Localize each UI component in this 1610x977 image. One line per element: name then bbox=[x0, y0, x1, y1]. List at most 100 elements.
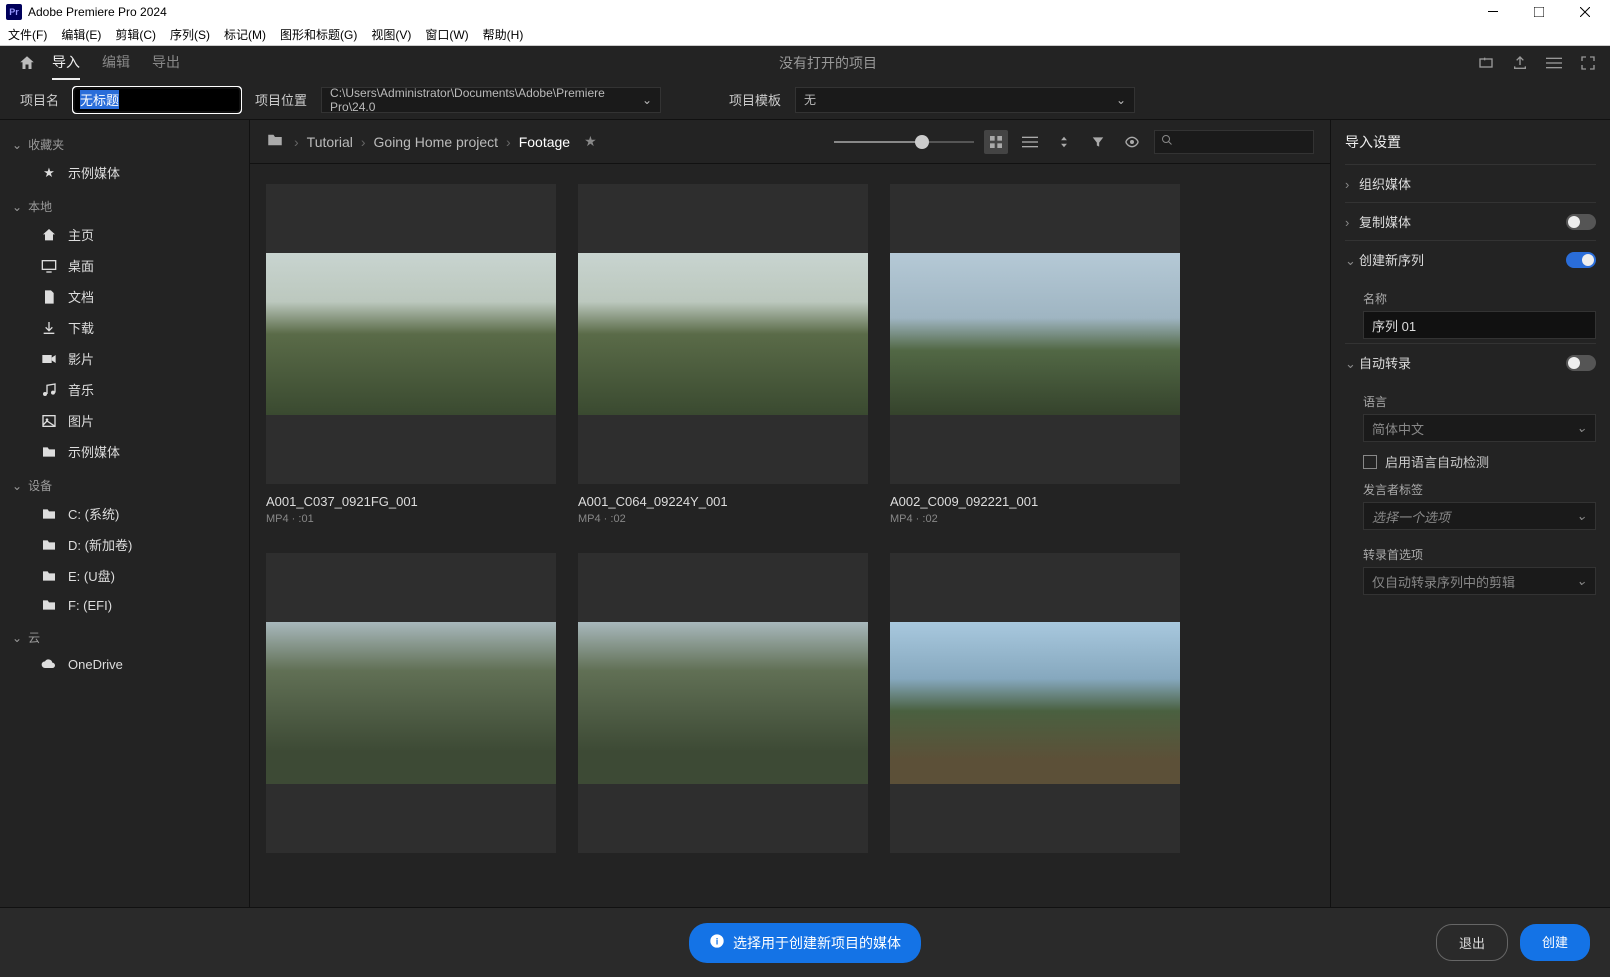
folder-icon bbox=[40, 444, 58, 460]
main-area: ⌄收藏夹 ★示例媒体 ⌄本地 主页 桌面 文档 下载 影片 音乐 图片 示例媒体… bbox=[0, 120, 1610, 907]
home-icon[interactable] bbox=[12, 54, 42, 72]
transcribe-pref-dropdown[interactable]: 仅自动转录序列中的剪辑⌄ bbox=[1363, 567, 1596, 595]
import-settings-title: 导入设置 bbox=[1345, 132, 1596, 152]
media-card[interactable] bbox=[890, 553, 1180, 853]
menu-sequence[interactable]: 序列(S) bbox=[170, 26, 210, 43]
sort-button[interactable] bbox=[1052, 130, 1076, 154]
visibility-button[interactable] bbox=[1120, 130, 1144, 154]
list-view-button[interactable] bbox=[1018, 130, 1042, 154]
project-location-value: C:\Users\Administrator\Documents\Adobe\P… bbox=[330, 86, 642, 114]
sidebar-item-onedrive[interactable]: OneDrive bbox=[0, 650, 249, 678]
project-template-dropdown[interactable]: 无 ⌄ bbox=[795, 87, 1135, 113]
favorite-star-icon[interactable]: ★ bbox=[584, 133, 597, 150]
language-label: 语言 bbox=[1363, 393, 1596, 410]
sidebar-item-desktop[interactable]: 桌面 bbox=[0, 250, 249, 281]
media-card[interactable]: A001_C037_0921FG_001MP4 · :01 bbox=[266, 184, 556, 525]
breadcrumb-item[interactable]: Going Home project bbox=[374, 134, 499, 150]
menu-edit[interactable]: 编辑(E) bbox=[61, 26, 101, 43]
speaker-dropdown[interactable]: 选择一个选项⌄ bbox=[1363, 502, 1596, 530]
info-icon: i bbox=[709, 933, 725, 952]
filter-button[interactable] bbox=[1086, 130, 1110, 154]
sidebar-item-videos[interactable]: 影片 bbox=[0, 343, 249, 374]
thumbnail-zoom-slider[interactable] bbox=[834, 133, 974, 151]
setting-auto-transcribe[interactable]: ⌄自动转录 bbox=[1345, 343, 1596, 381]
project-name-label: 项目名 bbox=[20, 90, 59, 109]
sidebar-header-cloud[interactable]: ⌄云 bbox=[0, 625, 249, 650]
sequence-name-input[interactable] bbox=[1363, 311, 1596, 339]
copy-media-toggle[interactable] bbox=[1566, 214, 1596, 230]
create-button[interactable]: 创建 bbox=[1520, 924, 1590, 961]
menu-graphics[interactable]: 图形和标题(G) bbox=[280, 26, 357, 43]
sidebar-header-local[interactable]: ⌄本地 bbox=[0, 194, 249, 219]
tab-import[interactable]: 导入 bbox=[52, 46, 80, 80]
menu-bar: 文件(F) 编辑(E) 剪辑(C) 序列(S) 标记(M) 图形和标题(G) 视… bbox=[0, 24, 1610, 46]
menu-markers[interactable]: 标记(M) bbox=[224, 26, 266, 43]
setting-copy-media[interactable]: ›复制媒体 bbox=[1345, 202, 1596, 240]
project-location-dropdown[interactable]: C:\Users\Administrator\Documents\Adobe\P… bbox=[321, 87, 661, 113]
media-card[interactable]: A001_C064_09224Y_001MP4 · :02 bbox=[578, 184, 868, 525]
sidebar-header-favorites[interactable]: ⌄收藏夹 bbox=[0, 132, 249, 157]
chevron-right-icon: › bbox=[1345, 177, 1359, 192]
tab-edit[interactable]: 编辑 bbox=[102, 46, 130, 80]
search-box[interactable] bbox=[1154, 130, 1314, 154]
exit-button[interactable]: 退出 bbox=[1436, 924, 1508, 961]
menu-view[interactable]: 视图(V) bbox=[371, 26, 411, 43]
quick-export-icon[interactable] bbox=[1476, 53, 1496, 73]
speaker-label: 发言者标签 bbox=[1363, 481, 1596, 498]
setting-organize-media[interactable]: ›组织媒体 bbox=[1345, 164, 1596, 202]
search-icon bbox=[1161, 134, 1173, 149]
menu-file[interactable]: 文件(F) bbox=[8, 26, 47, 43]
media-card[interactable] bbox=[578, 553, 868, 853]
language-detect-checkbox[interactable]: 启用语言自动检测 bbox=[1363, 452, 1596, 471]
sidebar-item-drive-f[interactable]: F: (EFI) bbox=[0, 591, 249, 619]
clip-title: A002_C009_092221_001 bbox=[890, 494, 1180, 509]
star-icon: ★ bbox=[40, 165, 58, 181]
project-settings-row: 项目名 项目位置 C:\Users\Administrator\Document… bbox=[0, 80, 1610, 120]
menu-window[interactable]: 窗口(W) bbox=[425, 26, 468, 43]
close-button[interactable] bbox=[1562, 0, 1608, 24]
workspace-menu-icon[interactable] bbox=[1544, 53, 1564, 73]
fullscreen-icon[interactable] bbox=[1578, 53, 1598, 73]
language-dropdown[interactable]: 简体中文⌄ bbox=[1363, 414, 1596, 442]
cloud-icon bbox=[40, 656, 58, 672]
sidebar-item-music[interactable]: 音乐 bbox=[0, 374, 249, 405]
breadcrumb: › Tutorial › Going Home project › Footag… bbox=[294, 133, 824, 150]
chevron-down-icon: ⌄ bbox=[12, 631, 22, 645]
project-template-value: 无 bbox=[804, 91, 816, 108]
media-card[interactable] bbox=[266, 553, 556, 853]
share-icon[interactable] bbox=[1510, 53, 1530, 73]
grid-view-button[interactable] bbox=[984, 130, 1008, 154]
create-sequence-toggle[interactable] bbox=[1566, 252, 1596, 268]
folder-icon bbox=[40, 506, 58, 522]
maximize-button[interactable] bbox=[1516, 0, 1562, 24]
sidebar-header-devices[interactable]: ⌄设备 bbox=[0, 473, 249, 498]
sidebar-item-drive-d[interactable]: D: (新加卷) bbox=[0, 529, 249, 560]
clip-meta: MP4 · :02 bbox=[890, 513, 1180, 525]
breadcrumb-item[interactable]: Tutorial bbox=[307, 134, 353, 150]
project-name-input[interactable] bbox=[73, 87, 241, 113]
download-icon bbox=[40, 320, 58, 336]
menu-clip[interactable]: 剪辑(C) bbox=[115, 26, 156, 43]
sidebar-item-drive-e[interactable]: E: (U盘) bbox=[0, 560, 249, 591]
sidebar-item-sample-media[interactable]: 示例媒体 bbox=[0, 436, 249, 467]
auto-transcribe-toggle[interactable] bbox=[1566, 355, 1596, 371]
breadcrumb-current: Footage bbox=[519, 134, 570, 150]
chevron-right-icon: › bbox=[506, 134, 511, 150]
tab-export[interactable]: 导出 bbox=[152, 46, 180, 80]
sidebar-item-downloads[interactable]: 下载 bbox=[0, 312, 249, 343]
sidebar-item-drive-c[interactable]: C: (系统) bbox=[0, 498, 249, 529]
title-bar: Pr Adobe Premiere Pro 2024 bbox=[0, 0, 1610, 24]
import-settings-panel: 导入设置 ›组织媒体 ›复制媒体 ⌄创建新序列 名称 ⌄自动转录 语言 简体中文… bbox=[1330, 120, 1610, 907]
minimize-button[interactable] bbox=[1470, 0, 1516, 24]
setting-create-sequence[interactable]: ⌄创建新序列 bbox=[1345, 240, 1596, 278]
menu-help[interactable]: 帮助(H) bbox=[483, 26, 524, 43]
chevron-right-icon: › bbox=[361, 134, 366, 150]
chevron-down-icon: ⌄ bbox=[12, 200, 22, 214]
sidebar-item-sample-media-fav[interactable]: ★示例媒体 bbox=[0, 157, 249, 188]
search-input[interactable] bbox=[1173, 135, 1328, 149]
media-card[interactable]: A002_C009_092221_001 MP4 · :02 bbox=[890, 184, 1180, 525]
sidebar-item-documents[interactable]: 文档 bbox=[0, 281, 249, 312]
select-media-button[interactable]: i 选择用于创建新项目的媒体 bbox=[689, 923, 921, 963]
sidebar-item-home[interactable]: 主页 bbox=[0, 219, 249, 250]
sidebar-item-pictures[interactable]: 图片 bbox=[0, 405, 249, 436]
